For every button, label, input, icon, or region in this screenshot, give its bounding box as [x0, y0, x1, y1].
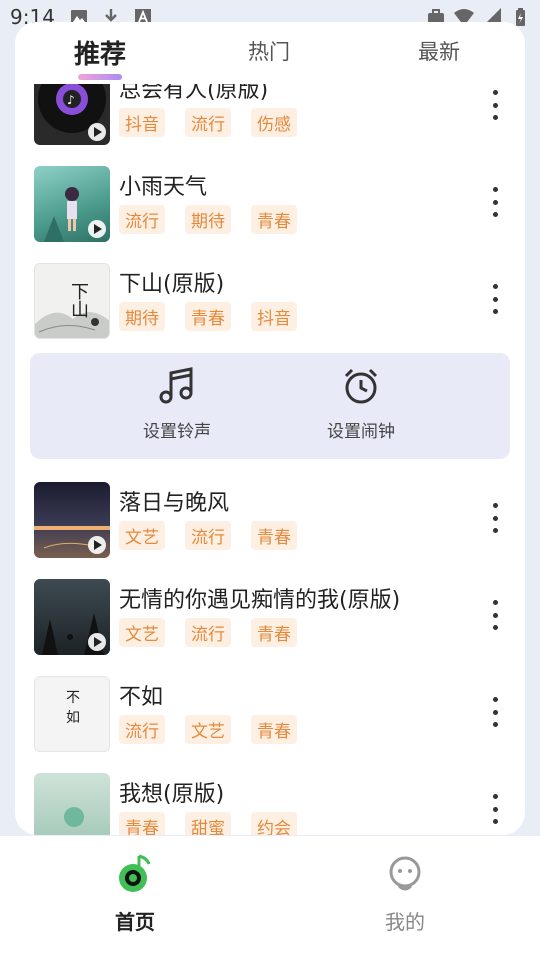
- more-icon[interactable]: [491, 90, 499, 120]
- tag: 青春: [251, 205, 297, 234]
- set-ringtone-button[interactable]: 设置铃声: [117, 367, 237, 442]
- tag-group: 流行 期待 青春: [119, 205, 297, 234]
- tag: 期待: [119, 302, 165, 331]
- tag: 青春: [251, 618, 297, 647]
- tab-indicator: [78, 74, 122, 80]
- play-icon[interactable]: [88, 220, 106, 238]
- tag-group: 流行 文艺 青春: [119, 715, 297, 744]
- tag: 约会: [251, 812, 297, 835]
- song-title: 下山(原版): [119, 272, 225, 297]
- list-item[interactable]: 不 如 不如 流行 文艺 青春: [15, 671, 525, 768]
- album-cover[interactable]: [34, 773, 110, 835]
- more-icon[interactable]: [491, 503, 499, 533]
- album-cover[interactable]: [34, 482, 110, 558]
- action-panel: 设置铃声 设置闹钟: [30, 353, 510, 459]
- nav-mine[interactable]: 我的: [355, 852, 455, 935]
- more-icon[interactable]: [491, 187, 499, 217]
- nav-mine-label: 我的: [385, 910, 425, 934]
- tag: 甜蜜: [185, 812, 231, 835]
- content-card: 推荐 热门 最新 ♪ 总会有人(原版) 抖音 流行 伤感 小雨天气 流行 期待 …: [15, 22, 525, 835]
- play-icon[interactable]: [88, 123, 106, 141]
- song-title: 我想(原版): [119, 782, 225, 807]
- more-icon[interactable]: [491, 697, 499, 727]
- tab-bar: 推荐 热门 最新: [15, 22, 525, 84]
- list-item[interactable]: ♪ 总会有人(原版) 抖音 流行 伤感: [15, 84, 525, 161]
- tag-group: 抖音 流行 伤感: [119, 108, 297, 137]
- list-item[interactable]: 无情的你遇见痴情的我(原版) 文艺 流行 青春: [15, 574, 525, 671]
- tag-group: 文艺 流行 青春: [119, 618, 297, 647]
- tag: 抖音: [251, 302, 297, 331]
- tag: 流行: [185, 108, 231, 137]
- tag: 期待: [185, 205, 231, 234]
- tag: 青春: [119, 812, 165, 835]
- tag: 文艺: [119, 618, 165, 647]
- set-ringtone-label: 设置铃声: [143, 422, 211, 442]
- nav-home[interactable]: 首页: [85, 852, 185, 935]
- tag: 抖音: [119, 108, 165, 137]
- tag: 文艺: [119, 521, 165, 550]
- tag: 流行: [119, 715, 165, 744]
- alarm-clock-icon: [344, 368, 378, 404]
- tab-recommend[interactable]: 推荐: [74, 34, 126, 71]
- music-note-home-icon: [119, 854, 151, 892]
- svg-text:♪: ♪: [67, 93, 75, 107]
- album-cover[interactable]: 下山: [34, 263, 110, 339]
- tag-group: 文艺 流行 青春: [119, 521, 297, 550]
- profile-icon: [389, 856, 421, 891]
- tag: 流行: [185, 618, 231, 647]
- cover-text-top: 不: [66, 690, 80, 706]
- list-item[interactable]: 下山 下山(原版) 期待 青春 抖音: [15, 258, 525, 355]
- song-title: 不如: [119, 685, 164, 710]
- play-icon[interactable]: [88, 633, 106, 651]
- more-icon[interactable]: [491, 284, 499, 314]
- tag: 青春: [251, 715, 297, 744]
- song-title: 落日与晚风: [119, 491, 230, 516]
- list-item[interactable]: 我想(原版) 青春 甜蜜 约会: [15, 768, 525, 835]
- tag: 青春: [185, 302, 231, 331]
- tag: 文艺: [185, 715, 231, 744]
- tag-group: 青春 甜蜜 约会: [119, 812, 297, 835]
- cover-title: 下山: [68, 282, 89, 318]
- album-cover[interactable]: 不 如: [34, 676, 110, 752]
- more-icon[interactable]: [491, 600, 499, 630]
- song-title: 总会有人(原版): [119, 84, 269, 103]
- cover-text-bottom: 如: [66, 710, 80, 726]
- album-cover[interactable]: [34, 579, 110, 655]
- tab-hot[interactable]: 热门: [248, 36, 290, 66]
- tab-latest[interactable]: 最新: [418, 36, 460, 66]
- tag: 伤感: [251, 108, 297, 137]
- bottom-nav: 首页 我的: [0, 836, 540, 960]
- play-icon[interactable]: [88, 536, 106, 554]
- tag: 流行: [185, 521, 231, 550]
- tag: 流行: [119, 205, 165, 234]
- song-title: 无情的你遇见痴情的我(原版): [119, 588, 401, 613]
- more-icon[interactable]: [491, 794, 499, 824]
- tag: 青春: [251, 521, 297, 550]
- scene-illustration: [64, 807, 84, 827]
- list-item[interactable]: 小雨天气 流行 期待 青春: [15, 161, 525, 258]
- set-alarm-label: 设置闹钟: [327, 422, 395, 442]
- song-list[interactable]: ♪ 总会有人(原版) 抖音 流行 伤感 小雨天气 流行 期待 青春 下山 下山(…: [15, 84, 525, 835]
- nav-home-label: 首页: [115, 910, 155, 934]
- tag-group: 期待 青春 抖音: [119, 302, 297, 331]
- song-title: 小雨天气: [119, 175, 208, 200]
- list-item[interactable]: 落日与晚风 文艺 流行 青春: [15, 477, 525, 574]
- set-alarm-button[interactable]: 设置闹钟: [301, 367, 421, 442]
- album-cover[interactable]: [34, 166, 110, 242]
- album-cover[interactable]: ♪: [34, 84, 110, 145]
- music-note-icon: [159, 367, 193, 404]
